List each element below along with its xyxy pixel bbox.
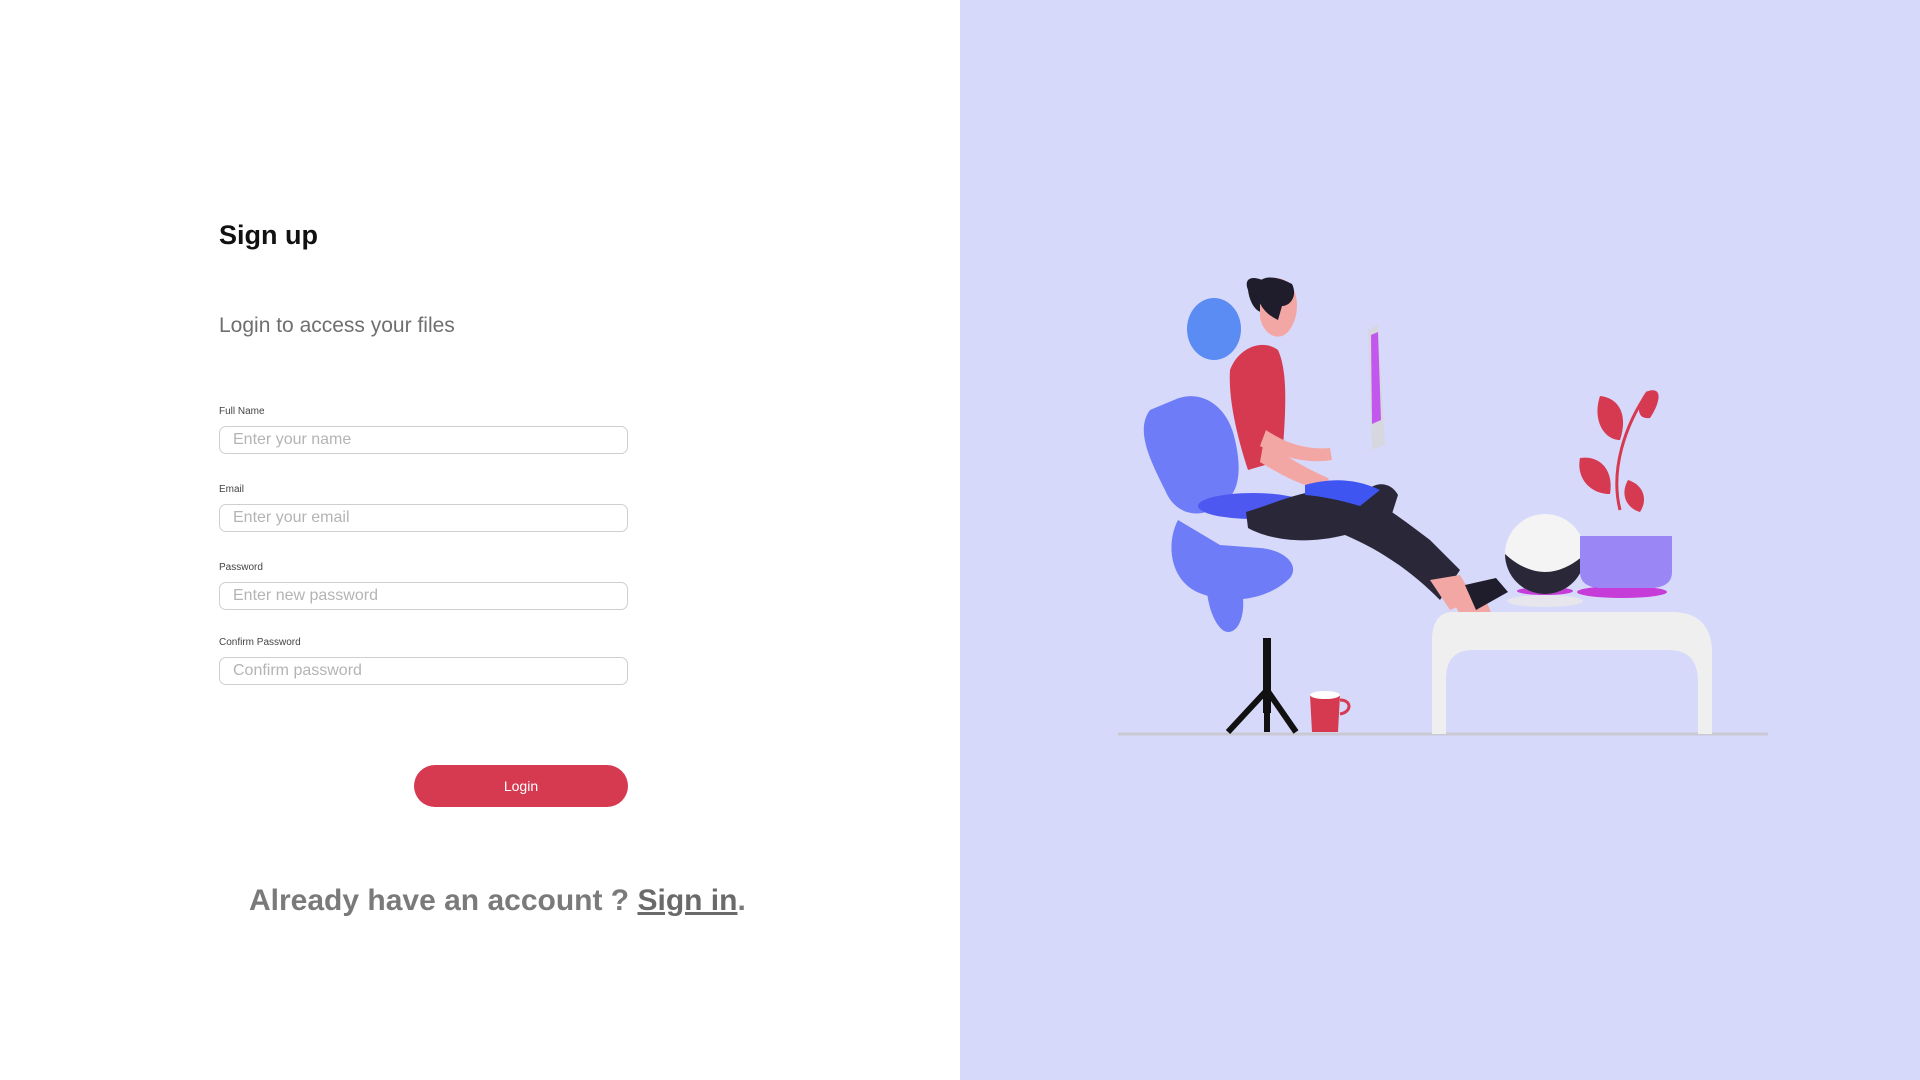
confirm-password-input[interactable] xyxy=(219,657,628,685)
form-panel: Sign up Login to access your files Full … xyxy=(0,0,960,1080)
plant xyxy=(1577,390,1672,598)
email-label: Email xyxy=(219,484,245,495)
page-title: Sign up xyxy=(219,220,318,250)
signin-link[interactable]: Sign in xyxy=(637,884,737,917)
person-at-desk-illustration xyxy=(1118,277,1768,736)
globe xyxy=(1505,514,1585,607)
full-name-input[interactable] xyxy=(219,426,628,454)
chair-legs xyxy=(1225,687,1299,735)
confirm-password-label: Confirm Password xyxy=(219,637,301,648)
signin-prompt: Already have an account ? Sign in. xyxy=(249,884,746,918)
full-name-label: Full Name xyxy=(219,406,265,417)
email-input[interactable] xyxy=(219,504,628,532)
table xyxy=(1432,612,1712,734)
mug xyxy=(1310,691,1351,732)
signin-prompt-suffix: . xyxy=(737,884,746,917)
chair-headrest xyxy=(1187,298,1241,360)
password-input[interactable] xyxy=(219,582,628,610)
login-button[interactable]: Login xyxy=(414,765,628,807)
monitor xyxy=(1368,325,1385,450)
signup-page: Sign up Login to access your files Full … xyxy=(0,0,1920,1080)
signin-prompt-text: Already have an account ? xyxy=(249,884,638,917)
page-subtitle: Login to access your files xyxy=(219,314,455,337)
illustration-panel xyxy=(960,0,1920,1080)
chair-seat-tail xyxy=(1207,590,1244,632)
password-label: Password xyxy=(219,562,263,573)
